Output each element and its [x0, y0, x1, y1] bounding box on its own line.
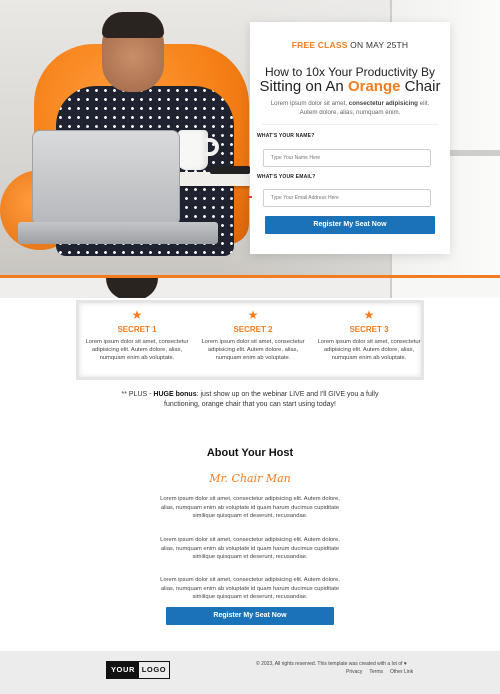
title-pre: Sitting on An [259, 78, 348, 95]
title-post: Chair [400, 78, 441, 95]
copyright: © 2023, All rights reserved. This templa… [256, 661, 407, 667]
form-divider [262, 124, 438, 125]
register-button-bottom[interactable]: Register My Seat Now [166, 607, 334, 625]
secret-1: ★ SECRET 1 Lorem ipsum dolor sit amet, c… [81, 309, 193, 363]
register-button[interactable]: Register My Seat Now [265, 216, 435, 234]
form-title-line1: How to 10x Your Productivity By [264, 65, 436, 79]
coffee-mug [178, 130, 208, 170]
star-icon: ★ [131, 308, 143, 322]
footer-link-other[interactable]: Other Link [390, 669, 413, 675]
secret-text: Lorem ipsum dolor sit amet, consectetur … [317, 339, 421, 362]
registration-form-card: FREE CLASS ON MAY 25TH How to 10x Your P… [248, 22, 450, 254]
bonus-rest: : just show up on the webinar LIVE and I… [164, 391, 379, 408]
secrets-box: ★ SECRET 1 Lorem ipsum dolor sit amet, c… [76, 300, 424, 380]
logo-right: LOGO [141, 665, 167, 674]
footer: YOUR LOGO © 2023, All rights reserved. T… [0, 651, 500, 694]
title-accent: Orange [347, 78, 401, 95]
free-class-label: FREE CLASS [291, 40, 348, 50]
hero-bottom-strip [0, 278, 500, 298]
secret-text: Lorem ipsum dolor sit amet, consectetur … [85, 339, 189, 362]
person-hair [102, 12, 164, 38]
bonus-note: ** PLUS - HUGE bonus: just show up on th… [110, 390, 390, 410]
logo-left: YOUR [107, 662, 139, 678]
secret-2: ★ SECRET 2 Lorem ipsum dolor sit amet, c… [197, 309, 309, 363]
about-paragraph-3: Lorem ipsum dolor sit amet, consectetur … [160, 577, 340, 600]
email-input[interactable] [263, 189, 431, 207]
star-icon: ★ [363, 308, 375, 322]
laptop-base [18, 222, 218, 244]
star-icon: ★ [247, 308, 259, 322]
about-paragraph-2: Lorem ipsum dolor sit amet, consectetur … [160, 537, 340, 560]
secret-title: SECRET 3 [349, 325, 389, 334]
secret-3: ★ SECRET 3 Lorem ipsum dolor sit amet, c… [313, 309, 425, 363]
secret-title: SECRET 1 [117, 325, 157, 334]
footer-links: Privacy Terms Other Link [346, 669, 413, 675]
form-description: Lorem ipsum dolor sit amet, consectetur … [262, 100, 438, 117]
name-input[interactable] [263, 149, 431, 167]
form-marker [248, 196, 252, 198]
person-head-repeat [106, 278, 158, 298]
form-title-line2: Sitting on An Orange Chair [250, 78, 450, 95]
about-paragraph-1: Lorem ipsum dolor sit amet, consectetur … [160, 496, 340, 519]
logo[interactable]: YOUR LOGO [106, 661, 170, 679]
secret-title: SECRET 2 [233, 325, 273, 334]
host-name: Mr. Chair Man [209, 472, 291, 485]
secret-text: Lorem ipsum dolor sit amet, consectetur … [201, 339, 305, 362]
bonus-bold: HUGE bonus [153, 391, 197, 398]
footer-link-terms[interactable]: Terms [369, 669, 383, 675]
bonus-prefix: ** PLUS - [121, 391, 154, 398]
name-label: WHAT'S YOUR NAME? [257, 133, 315, 139]
desc-bold: consectetur adipisicing [348, 100, 418, 107]
phone [210, 166, 250, 174]
desc-part1: Lorem ipsum dolor sit amet, [270, 100, 349, 107]
event-date: FREE CLASS ON MAY 25TH [250, 40, 450, 50]
event-date-label: ON MAY 25TH [350, 40, 409, 50]
about-title: About Your Host [206, 447, 294, 459]
laptop [32, 130, 180, 226]
email-label: WHAT'S YOUR EMAIL? [257, 174, 316, 180]
footer-link-privacy[interactable]: Privacy [346, 669, 362, 675]
strip-window [390, 278, 500, 298]
